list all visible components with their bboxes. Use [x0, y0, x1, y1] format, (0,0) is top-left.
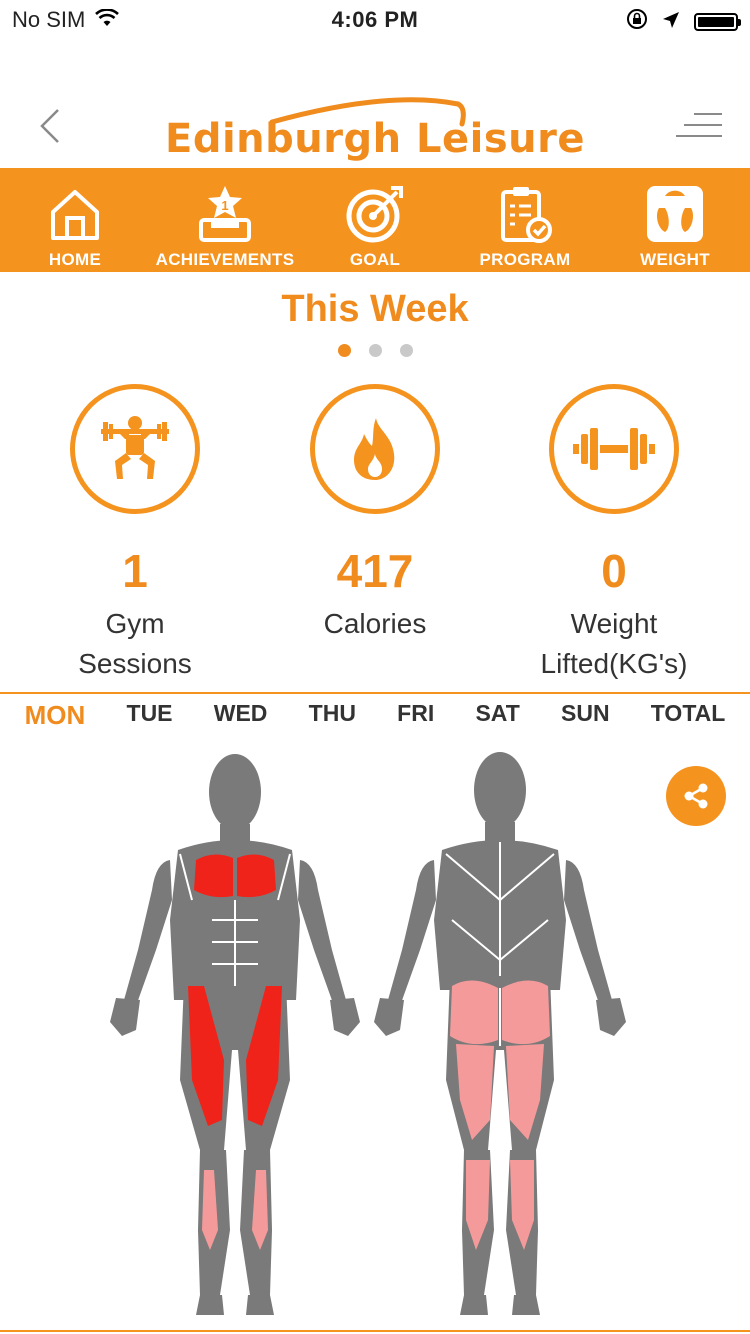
menu-button[interactable]	[674, 110, 724, 140]
logo: Edinburgh Leisure	[0, 88, 750, 162]
muscle-map-back	[374, 752, 626, 1315]
stat-icon-circle	[70, 384, 200, 514]
nav-program[interactable]: PROGRAM	[450, 168, 600, 272]
muscle-hamstrings	[456, 1044, 544, 1140]
section-title: This Week	[281, 288, 469, 330]
nav-program-label: PROGRAM	[479, 250, 571, 269]
share-button[interactable]	[666, 766, 726, 826]
muscle-calves-front	[202, 1170, 268, 1250]
tab-mon[interactable]: MON	[25, 700, 86, 744]
page-indicator[interactable]	[0, 344, 750, 357]
logo-swoosh-icon	[269, 97, 466, 127]
stat-value: 0	[601, 545, 627, 597]
tab-tue[interactable]: TUE	[127, 700, 173, 744]
muscle-map-front	[110, 754, 360, 1315]
home-icon	[51, 190, 99, 240]
stat-weight-lifted: 0 Weight Lifted(KG's)	[494, 384, 734, 684]
nav-achievements[interactable]: 1 ACHIEVEMENTS	[150, 168, 300, 272]
stat-label: Weight Lifted(KG's)	[494, 604, 734, 684]
tab-fri[interactable]: FRI	[397, 700, 434, 744]
hamburger-menu-icon	[676, 113, 722, 137]
location-icon	[662, 9, 680, 35]
stat-label-line: Sessions	[78, 648, 192, 679]
orientation-lock-icon	[626, 8, 648, 36]
clipboard-icon	[501, 187, 552, 243]
day-tabs: MON TUE WED THU FRI SAT SUN TOTAL	[0, 700, 750, 744]
share-icon	[684, 783, 708, 809]
page-dot[interactable]	[368, 344, 382, 357]
nav-weight-label: WEIGHT	[640, 250, 710, 269]
trophy-icon: 1	[199, 186, 251, 242]
tab-total[interactable]: TOTAL	[651, 700, 726, 744]
stat-icon-circle	[310, 384, 440, 514]
stat-value: 1	[122, 545, 148, 597]
weightlifter-icon	[101, 416, 169, 479]
main-navbar: HOME 1 ACHIEVEMENTS GOAL PROGRAM WEIGHT	[0, 168, 750, 272]
stat-label: Gym Sessions	[15, 604, 255, 684]
tab-thu[interactable]: THU	[309, 700, 356, 744]
stat-label-line: Lifted(KG's)	[540, 648, 688, 679]
nav-goal-label: GOAL	[349, 250, 401, 269]
weekly-stats: 1 Gym Sessions 417 Calories 0 Weight Lif…	[0, 384, 750, 684]
dumbbell-icon	[573, 428, 655, 470]
stat-label-line: Weight	[570, 608, 658, 639]
muscle-calves-back	[466, 1160, 534, 1250]
bottom-divider	[0, 1330, 750, 1332]
tab-sun[interactable]: SUN	[561, 700, 610, 744]
svg-text:1: 1	[221, 198, 228, 213]
nav-home[interactable]: HOME	[0, 168, 150, 272]
status-bar: No SIM 4:06 PM	[0, 0, 750, 40]
nav-achievements-label: ACHIEVEMENTS	[155, 250, 295, 269]
stat-value: 417	[336, 545, 414, 597]
stat-calories: 417 Calories	[255, 384, 495, 644]
page-dot[interactable]	[337, 344, 351, 357]
app-header: Edinburgh Leisure	[0, 80, 750, 168]
body-front-base	[110, 754, 360, 1315]
battery-icon	[694, 13, 741, 31]
stat-label: Calories	[255, 604, 495, 644]
flame-icon	[354, 418, 395, 480]
stat-label-line: Calories	[323, 608, 427, 639]
target-icon	[346, 186, 403, 243]
nav-goal[interactable]: GOAL	[300, 168, 450, 272]
stat-icon-circle	[549, 384, 679, 514]
tab-sat[interactable]: SAT	[475, 700, 519, 744]
nav-weight[interactable]: WEIGHT	[600, 168, 750, 272]
nav-home-label: HOME	[48, 250, 102, 269]
stat-label-line: Gym	[105, 608, 165, 639]
scale-icon	[647, 186, 703, 242]
tab-wed[interactable]: WED	[214, 700, 268, 744]
section-divider	[0, 692, 750, 694]
stat-gym-sessions: 1 Gym Sessions	[15, 384, 255, 684]
page-dot[interactable]	[399, 344, 413, 357]
